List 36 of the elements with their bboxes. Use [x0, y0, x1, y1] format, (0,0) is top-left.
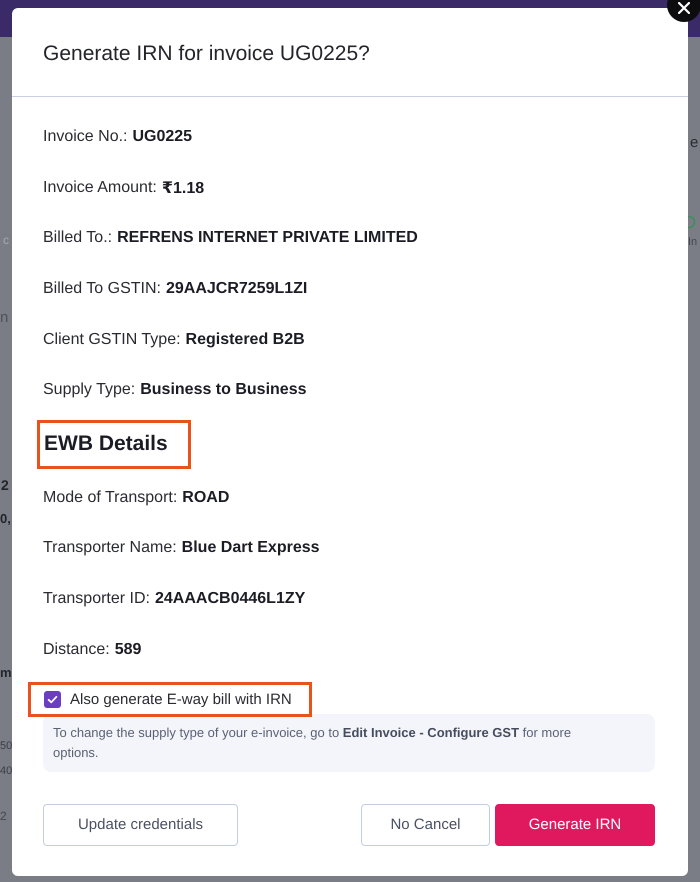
field-value: UG0225: [132, 128, 192, 146]
field-label: Supply Type:: [43, 381, 136, 400]
field-label: Billed To GSTIN:: [43, 280, 161, 298]
field-value: 24AAACB0446L1ZY: [155, 590, 306, 608]
field-value: 589: [114, 640, 142, 659]
info-note: To change the supply type of your e-invoice, go to Edit Invoice - Configure GST for more options.: [43, 714, 655, 772]
field-value: Registered B2B: [186, 330, 305, 349]
page-text-fragment: e: [689, 133, 698, 153]
field-label: Distance:: [43, 640, 110, 659]
field-value: Business to Business: [140, 381, 306, 400]
page-text-fragment: 2: [0, 476, 10, 495]
field-value: Blue Dart Express: [182, 539, 320, 558]
field-label: Invoice Amount:: [43, 178, 157, 197]
dialog-title: Generate IRN for invoice UG0225?: [43, 40, 370, 66]
page-text-fragment: 2: [0, 808, 8, 825]
checkbox[interactable]: [44, 690, 61, 708]
section-heading: EWB Details: [37, 420, 191, 469]
checkbox-label[interactable]: Also generate E-way bill with IRN: [70, 690, 292, 708]
field-value: ₹1.18: [162, 178, 204, 198]
field-label: Billed To.:: [43, 229, 112, 248]
page-text-fragment: 40: [0, 764, 12, 779]
page-text-fragment: 0,: [0, 510, 12, 528]
close-icon: [678, 2, 690, 14]
page-text-fragment: m: [0, 664, 12, 682]
secondary-button[interactable]: No Cancel: [361, 804, 490, 846]
field-label: Transporter ID:: [43, 590, 150, 608]
field-label: Mode of Transport:: [43, 488, 178, 507]
update-credentials-button[interactable]: Update credentials: [43, 804, 238, 846]
primary-button[interactable]: Generate IRN: [495, 804, 655, 846]
field-value: REFRENS INTERNET PRIVATE LIMITED: [117, 229, 418, 248]
field-label: Client GSTIN Type:: [43, 330, 181, 349]
field-label: Invoice No.:: [43, 128, 128, 146]
field-value: ROAD: [182, 488, 230, 507]
page-text-fragment: 50: [0, 739, 12, 754]
field-label: Transporter Name:: [43, 539, 177, 558]
field-value: 29AAJCR7259L1ZI: [166, 280, 308, 298]
